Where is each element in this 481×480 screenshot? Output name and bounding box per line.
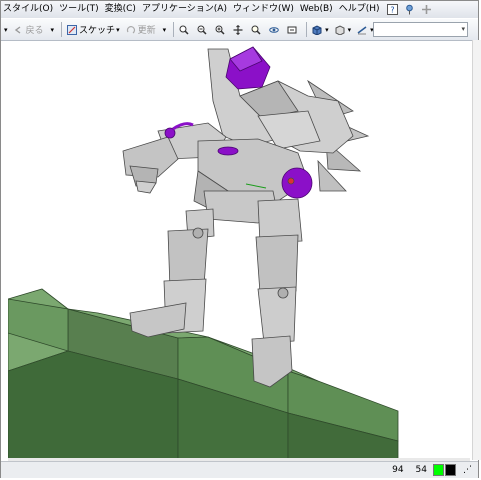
- separator: [61, 22, 63, 37]
- 3d-viewport[interactable]: [8, 41, 470, 460]
- help-icon[interactable]: ?: [386, 4, 398, 15]
- shadow-icon: [357, 25, 367, 35]
- update-label: 更新: [137, 26, 156, 36]
- menu-bar: スタイル(O) ツール(T) 変換(C) アプリケーション(A) ウィンドウ(W…: [1, 1, 478, 18]
- chevron-down-icon: ▾: [461, 25, 465, 33]
- color-swatch-black[interactable]: [445, 464, 456, 476]
- color-swatch-green[interactable]: [433, 464, 444, 476]
- zoom-selected-icon: [251, 25, 261, 35]
- view-cube-button[interactable]: ▾: [310, 21, 331, 38]
- zoom-window-icon: [215, 25, 225, 35]
- status-bar: 94 54 ⋰: [1, 461, 478, 478]
- look-at-icon: [287, 25, 297, 35]
- zoom-selected-button[interactable]: [249, 21, 265, 38]
- sketch-button[interactable]: スケッチ ▾: [65, 21, 122, 38]
- pin-icon[interactable]: [404, 4, 415, 15]
- zoom-icon: [197, 25, 207, 35]
- back-button[interactable]: 戻る: [12, 21, 46, 38]
- orbit-button[interactable]: [267, 21, 283, 38]
- menu-tools[interactable]: ツール(T): [57, 1, 101, 18]
- back-dropdown[interactable]: ▾: [48, 21, 57, 38]
- menu-style[interactable]: スタイル(O): [1, 1, 55, 18]
- update-dropdown[interactable]: ▾: [160, 21, 169, 38]
- zoom-all-button[interactable]: [177, 21, 193, 38]
- svg-text:?: ?: [390, 6, 394, 15]
- zoom-all-icon: [179, 25, 189, 35]
- scene-canvas: [8, 46, 399, 460]
- update-button[interactable]: 更新: [124, 21, 158, 38]
- menu-convert[interactable]: 変換(C): [103, 1, 138, 18]
- menu-help[interactable]: ヘルプ(H): [337, 1, 382, 18]
- menu-application[interactable]: アプリケーション(A): [140, 1, 229, 18]
- status-value-1: 94: [392, 465, 404, 475]
- pan-icon: [233, 24, 243, 35]
- zoom-button[interactable]: [195, 21, 211, 38]
- cube-icon: [312, 24, 322, 36]
- look-at-button[interactable]: [285, 21, 301, 38]
- sketch-label: スケッチ: [79, 26, 116, 36]
- back-arrow-icon: [14, 25, 24, 35]
- menu-web[interactable]: Web(B): [298, 1, 335, 18]
- plus-icon[interactable]: [421, 4, 432, 15]
- resize-grip-icon[interactable]: ⋰: [457, 465, 478, 475]
- menu-window[interactable]: ウィンドウ(W): [231, 1, 296, 18]
- display-style-icon: [335, 24, 345, 36]
- separator: [173, 22, 175, 37]
- sketch-icon: [67, 24, 78, 35]
- zoom-window-button[interactable]: [213, 21, 229, 38]
- separator: [306, 22, 308, 37]
- display-style-button[interactable]: ▾: [333, 21, 354, 38]
- pan-button[interactable]: [231, 21, 247, 38]
- toolbar-handle[interactable]: ▾: [1, 21, 10, 38]
- toolbar: ▾ 戻る ▾ スケッチ ▾ 更新 ▾ ▾ ▾ ▾ ▾ ▾: [1, 19, 478, 41]
- vertical-scrollbar[interactable]: [472, 40, 481, 460]
- update-icon: [126, 25, 136, 35]
- status-value-2: 54: [415, 465, 427, 475]
- view-combo[interactable]: ▾: [373, 22, 468, 37]
- back-label: 戻る: [25, 26, 44, 36]
- orbit-icon: [269, 25, 279, 35]
